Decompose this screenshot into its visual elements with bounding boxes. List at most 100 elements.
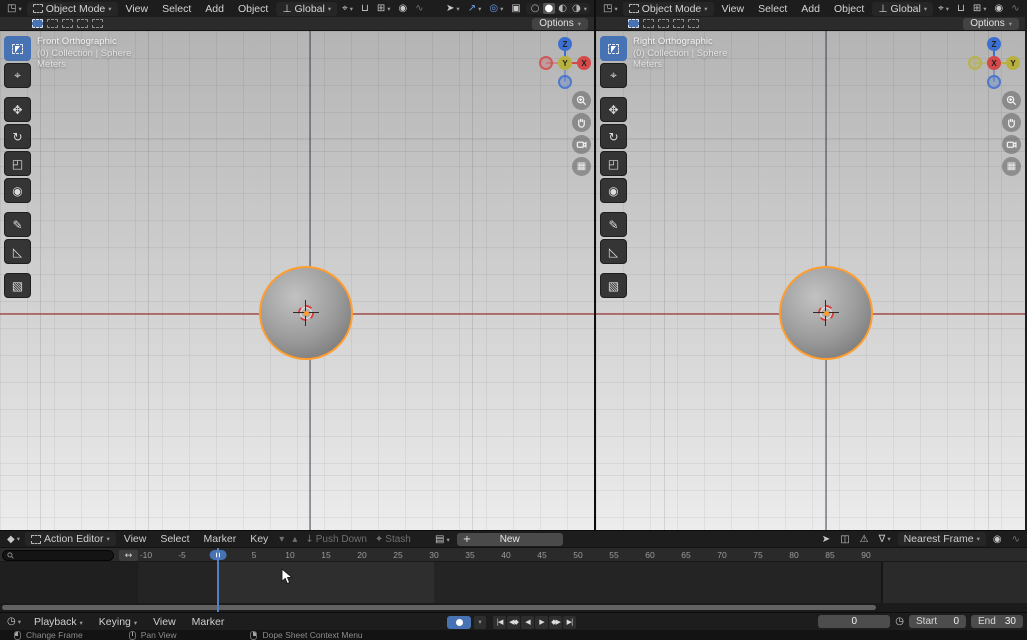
- add-cube-tool[interactable]: ▧: [600, 273, 627, 298]
- pivot-dropdown[interactable]: ⌖▾: [935, 3, 952, 14]
- keying-set-dropdown[interactable]: ▾: [474, 616, 486, 629]
- menu-select[interactable]: Select: [752, 3, 793, 15]
- mode-dropdown[interactable]: Object Mode▾: [623, 2, 714, 16]
- show-hidden-toggle[interactable]: ◫: [837, 534, 852, 545]
- shading-wireframe-button[interactable]: ○: [529, 3, 542, 14]
- menu-keying[interactable]: Keying ▾: [93, 616, 143, 628]
- previous-keyframe-button[interactable]: ◀◆: [507, 616, 520, 629]
- proportional-toggle[interactable]: ◉: [395, 3, 410, 14]
- editor-type-dropdown[interactable]: ◳▾: [4, 3, 25, 14]
- menu-marker[interactable]: Marker: [186, 616, 231, 628]
- playhead[interactable]: [217, 548, 219, 612]
- menu-object[interactable]: Object: [828, 3, 870, 15]
- shading-rendered-button[interactable]: ◑: [570, 3, 583, 14]
- gizmo-y-ball[interactable]: Y: [558, 56, 572, 70]
- rotate-tool[interactable]: ↻: [4, 124, 31, 149]
- play-button[interactable]: ▶: [535, 616, 548, 629]
- transform-tool[interactable]: ◉: [4, 178, 31, 203]
- options-dropdown[interactable]: Options▾: [963, 18, 1019, 30]
- select-box-tool[interactable]: [600, 36, 627, 61]
- play-reverse-button[interactable]: ◀: [521, 616, 534, 629]
- jump-to-start-button[interactable]: |◀: [493, 616, 506, 629]
- viewport-canvas[interactable]: ⌖ ✥ ↻ ◰ ◉ ✎ ◺ ▧ Right Orthographic (0) C…: [596, 31, 1025, 530]
- select-mode-new-button[interactable]: [628, 19, 639, 28]
- cursor-tool[interactable]: ⌖: [4, 63, 31, 88]
- mode-dropdown[interactable]: Object Mode▾: [27, 2, 118, 16]
- sphere-object[interactable]: [259, 266, 353, 360]
- shading-solid-button[interactable]: ●: [543, 3, 556, 14]
- next-keyframe-button[interactable]: ◆▶: [549, 616, 562, 629]
- select-mode-new-button[interactable]: [32, 19, 43, 28]
- action-datablock-dropdown[interactable]: ▤▾: [432, 534, 453, 545]
- sphere-object[interactable]: [779, 266, 873, 360]
- menu-add[interactable]: Add: [199, 3, 230, 15]
- snap-target-dropdown[interactable]: ⊞▾: [970, 3, 990, 14]
- gizmo-x-ball[interactable]: X: [987, 56, 1001, 70]
- proportional-toggle[interactable]: ◉: [990, 534, 1005, 545]
- snap-toggle[interactable]: ⊔: [954, 3, 968, 14]
- gizmo-neg-z-ball[interactable]: [987, 75, 1001, 89]
- navigation-gizmo[interactable]: Z X Y: [539, 37, 591, 89]
- annotate-tool[interactable]: ✎: [600, 212, 627, 237]
- menu-view[interactable]: View: [118, 533, 153, 545]
- jump-to-end-button[interactable]: ▶|: [563, 616, 576, 629]
- menu-view[interactable]: View: [147, 616, 182, 628]
- auto-keying-toggle[interactable]: [447, 616, 471, 629]
- falloff-dropdown[interactable]: ∿: [1009, 534, 1023, 545]
- xray-dropdown[interactable]: ◎▾: [486, 3, 506, 14]
- gizmo-z-ball[interactable]: Z: [558, 37, 572, 51]
- menu-view[interactable]: View: [716, 3, 751, 15]
- timeline-ruler[interactable]: -10-505101520253035404550556065707580859…: [0, 548, 1027, 562]
- falloff-dropdown[interactable]: ∿: [412, 3, 426, 14]
- editor-type-dropdown[interactable]: ◳▾: [600, 3, 621, 14]
- measure-tool[interactable]: ◺: [4, 239, 31, 264]
- scrollbar-thumb[interactable]: [2, 605, 876, 610]
- snap-toggle[interactable]: ⊔: [358, 3, 372, 14]
- select-mode-intersect-button[interactable]: [92, 19, 103, 28]
- falloff-dropdown[interactable]: ∿: [1008, 3, 1022, 14]
- perspective-toggle-button[interactable]: ▦: [1002, 157, 1021, 176]
- menu-object[interactable]: Object: [232, 3, 274, 15]
- move-tool[interactable]: ✥: [4, 97, 31, 122]
- select-mode-subtract-button[interactable]: [62, 19, 73, 28]
- select-mode-subtract-button[interactable]: [658, 19, 669, 28]
- frame-range-zoom-button[interactable]: ↔: [119, 550, 138, 561]
- select-mode-intersect-button[interactable]: [688, 19, 699, 28]
- editor-type-dropdown[interactable]: ◷▾: [4, 616, 24, 627]
- zoom-button[interactable]: [1002, 91, 1021, 110]
- end-frame-field[interactable]: End30: [971, 615, 1023, 628]
- pan-button[interactable]: [572, 113, 591, 132]
- cursor-tool[interactable]: ⌖: [600, 63, 627, 88]
- gizmo-neg-z-ball[interactable]: [558, 75, 572, 89]
- gizmo-z-ball[interactable]: Z: [987, 37, 1001, 51]
- menu-key[interactable]: Key: [244, 533, 274, 545]
- shading-material-button[interactable]: ◐: [556, 3, 569, 14]
- perspective-toggle-button[interactable]: ▦: [572, 157, 591, 176]
- snap-mode-dropdown[interactable]: Nearest Frame▾: [898, 532, 986, 546]
- start-frame-field[interactable]: Start0: [909, 615, 966, 628]
- gizmo-neg-x-ball[interactable]: [539, 56, 553, 70]
- pivot-dropdown[interactable]: ⌖▾: [339, 3, 356, 14]
- menu-view[interactable]: View: [120, 3, 155, 15]
- select-mode-invert-button[interactable]: [673, 19, 684, 28]
- select-mode-extend-button[interactable]: [643, 19, 654, 28]
- stash-button[interactable]: ✦Stash: [372, 534, 414, 545]
- navigation-gizmo[interactable]: Z Y X: [968, 37, 1020, 89]
- rotate-tool[interactable]: ↻: [600, 124, 627, 149]
- select-mode-invert-button[interactable]: [77, 19, 88, 28]
- transform-tool[interactable]: ◉: [600, 178, 627, 203]
- add-cube-tool[interactable]: ▧: [4, 273, 31, 298]
- renderpass-button[interactable]: ▣: [508, 3, 523, 14]
- proportional-toggle[interactable]: ◉: [991, 3, 1006, 14]
- push-down-button[interactable]: ↓Push Down: [302, 534, 370, 545]
- options-dropdown[interactable]: Options▾: [532, 18, 588, 30]
- zoom-button[interactable]: [572, 91, 591, 110]
- menu-select[interactable]: Select: [156, 3, 197, 15]
- viewport-canvas[interactable]: ⌖ ✥ ↻ ◰ ◉ ✎ ◺ ▧ Front Orthographic (0) C…: [0, 31, 594, 530]
- select-mode-extend-button[interactable]: [47, 19, 58, 28]
- gizmo-dropdown[interactable]: ➤▾: [443, 3, 463, 14]
- current-frame-field[interactable]: 0: [818, 615, 890, 628]
- editor-type-dropdown[interactable]: ◆▾: [4, 534, 23, 545]
- annotate-tool[interactable]: ✎: [4, 212, 31, 237]
- menu-select[interactable]: Select: [154, 533, 195, 545]
